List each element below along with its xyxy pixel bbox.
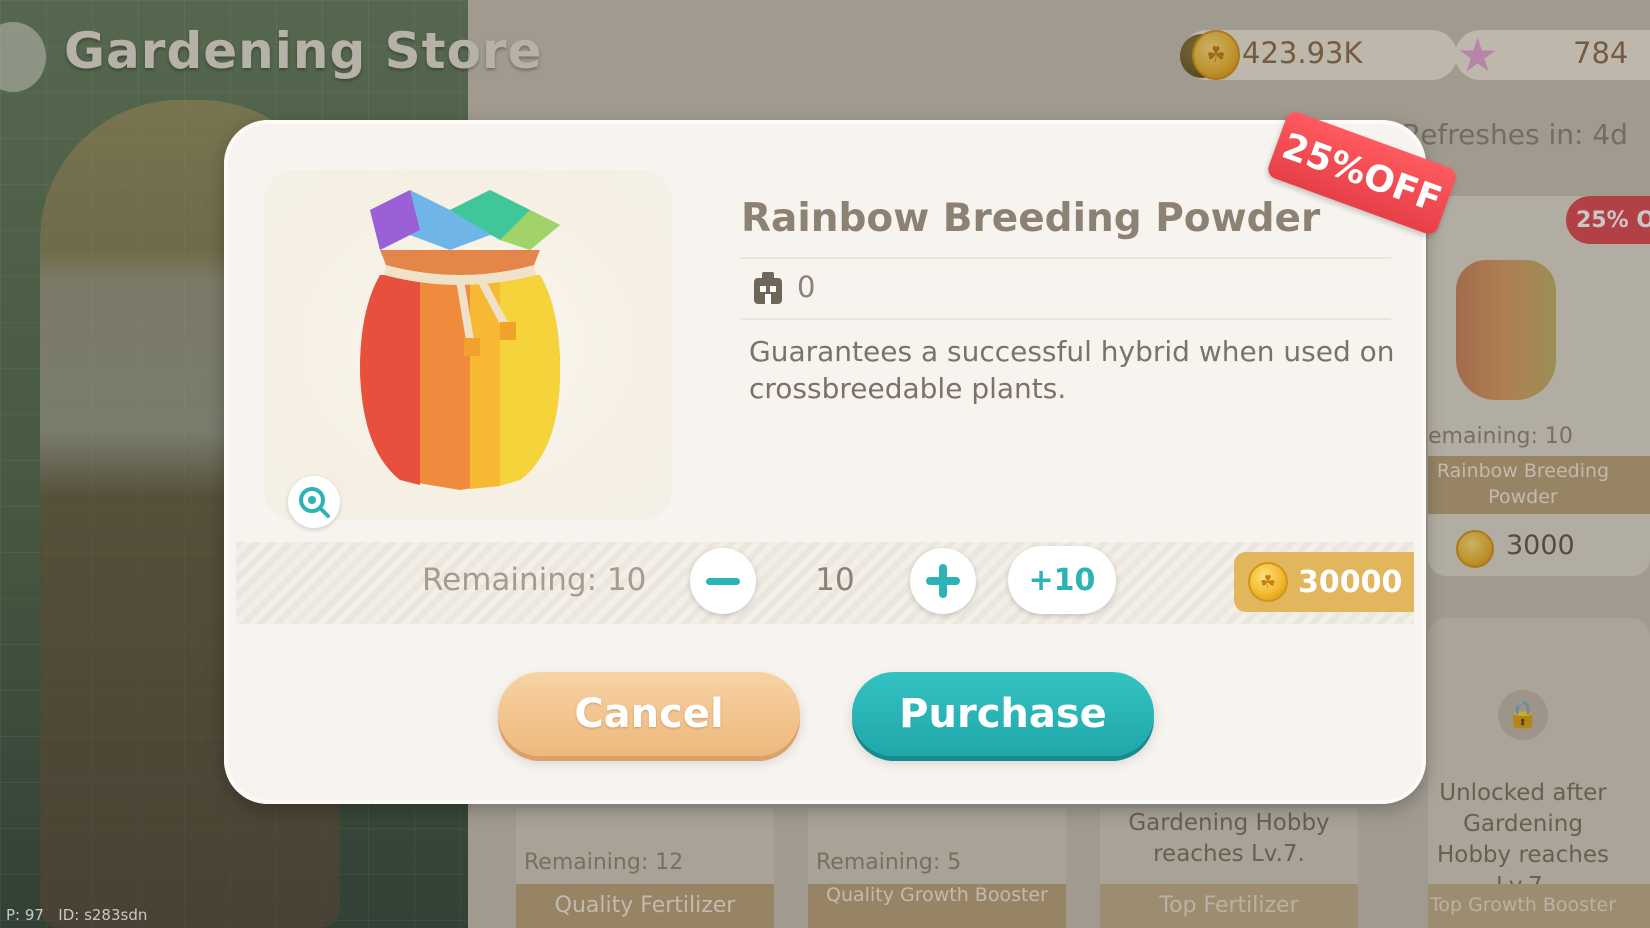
total-price: ☘ 30000 xyxy=(1234,552,1414,612)
plus-icon xyxy=(926,564,960,598)
minus-icon xyxy=(706,577,740,585)
inspect-button[interactable] xyxy=(288,476,340,528)
item-description: Guarantees a successful hybrid when used… xyxy=(749,335,1395,405)
add-ten-button[interactable]: +10 xyxy=(1008,546,1116,614)
divider xyxy=(741,257,1391,259)
remaining-stock: Remaining: 10 xyxy=(422,562,647,598)
cancel-button[interactable]: Cancel xyxy=(498,672,800,756)
purchase-button[interactable]: Purchase xyxy=(852,672,1154,756)
increase-button[interactable] xyxy=(910,548,976,614)
decrease-button[interactable] xyxy=(690,548,756,614)
magnify-eye-icon xyxy=(299,487,330,518)
rainbow-bag-icon xyxy=(360,190,560,490)
coin-icon: ☘ xyxy=(1248,562,1288,602)
inventory-icon xyxy=(754,272,782,304)
total-price-value: 30000 xyxy=(1298,564,1403,600)
item-title: Rainbow Breeding Powder xyxy=(741,196,1321,241)
quantity-value[interactable]: 10 xyxy=(800,562,870,598)
owned-count: 0 xyxy=(797,270,816,304)
divider xyxy=(741,318,1391,320)
